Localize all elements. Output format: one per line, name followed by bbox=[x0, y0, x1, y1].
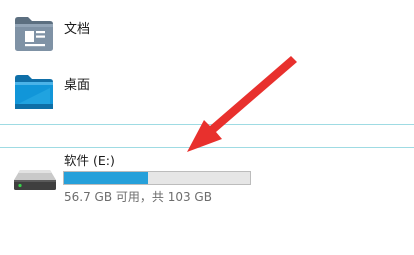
drive-label: 软件 (E:) bbox=[64, 153, 115, 168]
hard-drive-icon bbox=[12, 167, 58, 193]
drive-space-text: 56.7 GB 可用，共 103 GB bbox=[64, 190, 212, 204]
folder-label-documents: 文档 bbox=[64, 22, 91, 37]
drive-item-e[interactable]: 软件 (E:) 56.7 GB 可用，共 103 GB bbox=[0, 150, 414, 210]
drive-usage-bar bbox=[63, 171, 251, 185]
folder-item-documents[interactable]: 文档 bbox=[0, 8, 414, 54]
documents-folder-icon bbox=[14, 16, 54, 52]
section-divider bbox=[0, 147, 414, 148]
folder-item-desktop[interactable]: 桌面 bbox=[0, 66, 414, 112]
folder-label-desktop: 桌面 bbox=[64, 78, 91, 93]
section-divider bbox=[0, 124, 414, 125]
desktop-folder-icon bbox=[14, 74, 54, 110]
drive-usage-fill bbox=[64, 172, 148, 184]
